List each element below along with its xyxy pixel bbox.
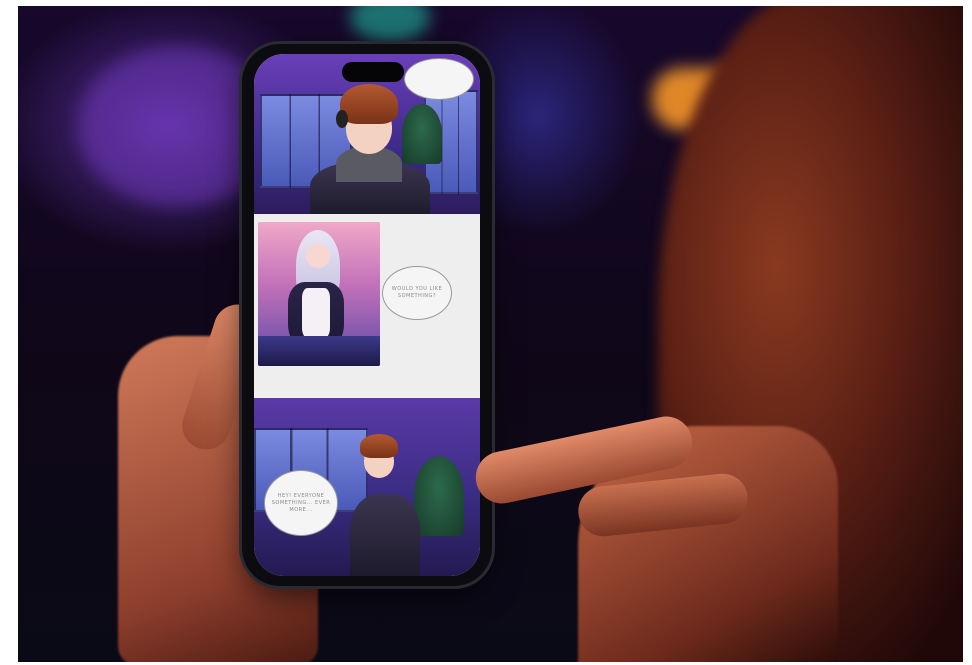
speech-bubble-panel-1 [404,58,474,100]
dynamic-island [342,62,404,82]
phone-screen[interactable]: WOULD YOU LIKE SOMETHING? HEY! EVERYONE … [254,54,480,576]
plant-p3 [414,456,464,536]
comic-panel-2: WOULD YOU LIKE SOMETHING? [254,222,480,390]
character-hair-p3 [360,434,398,458]
maid-face [306,244,330,268]
maid-apron [302,288,330,338]
maid-character-art [258,222,380,366]
plant [402,104,442,164]
headphones-icon [336,110,348,128]
speech-bubble-panel-2: WOULD YOU LIKE SOMETHING? [382,266,452,320]
comic-panel-3: HEY! EVERYONE SOMETHING... EVER MORE... [254,398,480,576]
character-hoodie-p3 [350,494,420,576]
smartphone: WOULD YOU LIKE SOMETHING? HEY! EVERYONE … [242,44,492,586]
character-hair [340,84,398,124]
bokeh-light-green [350,6,430,42]
photo-scene: WOULD YOU LIKE SOMETHING? HEY! EVERYONE … [18,6,963,662]
speech-bubble-panel-3: HEY! EVERYONE SOMETHING... EVER MORE... [264,470,338,536]
cafe-counter [258,336,380,366]
